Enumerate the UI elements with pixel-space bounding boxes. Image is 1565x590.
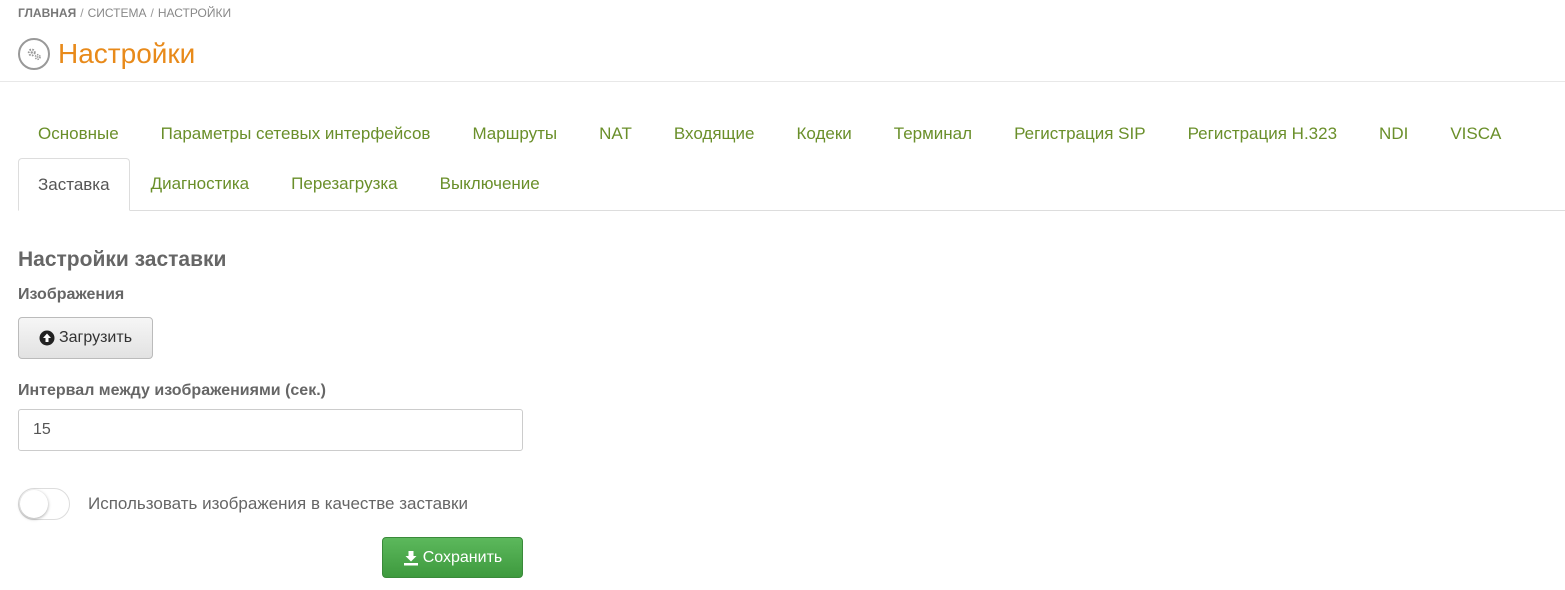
gear-icon xyxy=(18,38,50,70)
header-divider xyxy=(0,81,1565,82)
tab-3[interactable]: Маршруты xyxy=(451,124,578,144)
tab-11[interactable]: VISCA xyxy=(1429,124,1522,144)
breadcrumb-system[interactable]: СИСТЕМА xyxy=(88,6,147,20)
tab-10[interactable]: NDI xyxy=(1358,124,1429,144)
breadcrumb-current: НАСТРОЙКИ xyxy=(157,6,232,20)
tab-3[interactable]: Перезагрузка xyxy=(270,158,418,210)
upload-button[interactable]: Загрузить xyxy=(18,317,153,359)
section-title: Настройки заставки xyxy=(18,248,227,271)
interval-input[interactable] xyxy=(18,409,523,451)
tab-active-1[interactable]: Заставка xyxy=(18,158,130,211)
use-images-toggle[interactable] xyxy=(18,488,70,520)
download-icon xyxy=(403,550,418,565)
save-button[interactable]: Сохранить xyxy=(382,537,523,578)
page-header: Настройки xyxy=(18,36,195,72)
breadcrumb-separator: / xyxy=(80,6,84,20)
page-title: Настройки xyxy=(58,38,196,69)
tab-7[interactable]: Терминал xyxy=(873,124,993,144)
breadcrumb: ГЛАВНАЯ / СИСТЕМА / НАСТРОЙКИ xyxy=(18,6,231,20)
tabs-row-secondary: Заставка Диагностика Перезагрузка Выключени… xyxy=(18,158,1565,211)
save-button-label: Сохранить xyxy=(422,548,503,566)
interval-label: Интервал между изображениями (сек.) xyxy=(18,382,326,399)
tab-6[interactable]: Кодеки xyxy=(775,124,872,144)
tab-5[interactable]: Входящие xyxy=(653,124,776,144)
arrow-up-circle-icon xyxy=(39,330,55,346)
breadcrumb-home[interactable]: ГЛАВНАЯ xyxy=(18,6,76,20)
tab-4[interactable]: NAT xyxy=(578,124,653,144)
toggle-knob xyxy=(20,490,48,518)
use-images-label: Использовать изображения в качестве заст… xyxy=(88,494,468,513)
tab-2[interactable]: Диагностика xyxy=(130,158,271,210)
upload-button-label: Загрузить xyxy=(58,329,133,346)
images-label: Изображения xyxy=(18,286,125,303)
tab-8[interactable]: Регистрация SIP xyxy=(993,124,1167,144)
tabs-row-primary: Основные Параметры сетевых интерфейсов Мар… xyxy=(18,112,1565,156)
breadcrumb-separator: / xyxy=(150,6,154,20)
use-images-row: Использовать изображения в качестве заст… xyxy=(18,488,468,520)
tab-2[interactable]: Параметры сетевых интерфейсов xyxy=(140,124,452,144)
tab-1[interactable]: Основные xyxy=(18,124,140,144)
tab-9[interactable]: Регистрация H.323 xyxy=(1167,124,1358,144)
tab-4[interactable]: Выключение xyxy=(419,158,561,210)
